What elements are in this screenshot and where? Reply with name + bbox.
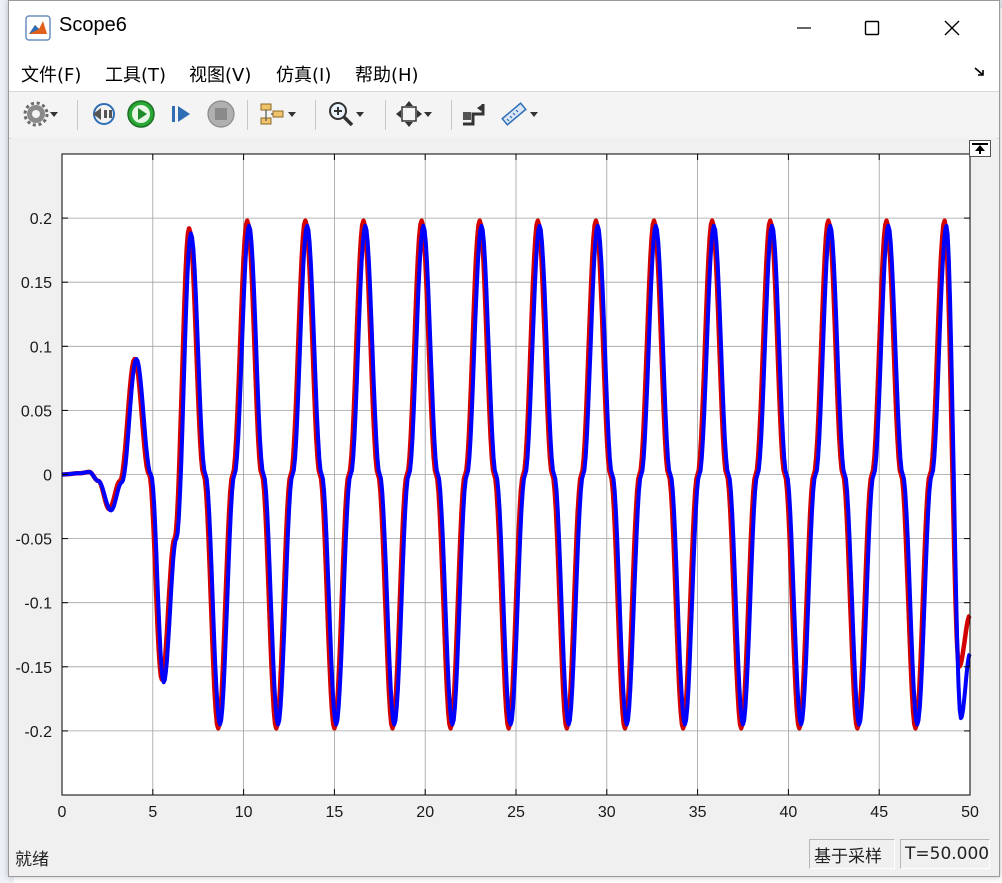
x-tick-label: 35 [689, 804, 707, 821]
y-tick-label: 0.15 [21, 275, 52, 292]
step-back-button[interactable] [89, 98, 117, 130]
toolbar-separator [451, 100, 452, 130]
plot-panel: 0 5 10 15 20 25 30 35 40 45 50 0.2 0.15 0.1 0.05 0 -0.05… [11, 138, 997, 830]
zoom-in-icon [329, 102, 354, 127]
chevron-down-icon[interactable] [49, 98, 59, 130]
chevron-down-icon[interactable] [287, 98, 297, 130]
chevron-down-icon[interactable] [529, 98, 539, 130]
autoscale-button[interactable] [395, 98, 433, 130]
stop-icon [207, 100, 235, 128]
measurement-icon [501, 102, 527, 126]
close-button[interactable] [924, 7, 980, 49]
run-icon [127, 100, 155, 128]
y-tick-label: 0 [43, 468, 52, 485]
y-tick-label: 0.2 [30, 211, 52, 228]
sample-mode-indicator: 基于采样 [809, 839, 895, 869]
settings-button[interactable] [23, 98, 59, 130]
menu-simulation[interactable]: 仿真(I) [276, 61, 331, 87]
step-back-icon [93, 103, 115, 125]
menu-bar: 文件(F) 工具(T) 视图(V) 仿真(I) 帮助(H) [9, 55, 999, 91]
x-tick-label: 30 [598, 804, 616, 821]
minimize-icon [797, 27, 811, 29]
x-tick-label: 5 [148, 804, 157, 821]
y-tick-label: -0.05 [16, 532, 53, 549]
toolbar-separator [247, 100, 248, 130]
x-tick-label: 50 [961, 804, 979, 821]
gear-icon [23, 101, 49, 127]
zoom-in-button[interactable] [327, 98, 365, 130]
highlight-block-button[interactable] [459, 98, 487, 130]
close-icon [944, 20, 960, 36]
x-tick-label: 0 [58, 804, 67, 821]
menu-file[interactable]: 文件(F) [21, 61, 81, 87]
menu-view[interactable]: 视图(V) [189, 61, 251, 87]
title-bar[interactable]: Scope6 [9, 1, 999, 55]
x-tick-label: 20 [416, 804, 434, 821]
window-title: Scope6 [59, 14, 127, 36]
toolbar-separator [385, 100, 386, 130]
maximize-icon [864, 20, 880, 36]
toolbar [9, 91, 999, 139]
menu-tools[interactable]: 工具(T) [105, 61, 166, 87]
y-tick-label: -0.1 [24, 596, 52, 613]
toolbar-separator [315, 100, 316, 130]
stop-button[interactable] [206, 98, 236, 130]
y-tick-label: 0.05 [21, 403, 52, 420]
dock-arrow-icon[interactable] [973, 65, 987, 79]
chevron-down-icon[interactable] [355, 98, 365, 130]
signal-hierarchy-icon [260, 103, 284, 125]
scope-chart[interactable]: 0 5 10 15 20 25 30 35 40 45 50 0.2 0.15 0.1 0.05 0 -0.05… [11, 138, 997, 830]
x-tick-label: 40 [780, 804, 798, 821]
status-state: 就绪 [15, 850, 49, 870]
step-forward-icon [172, 106, 190, 122]
x-tick-label: 45 [870, 804, 888, 821]
status-bar: 就绪 基于采样 T=50.000 [9, 834, 999, 874]
x-tick-label: 10 [235, 804, 253, 821]
autoscale-icon [396, 101, 422, 127]
y-tick-label: 0.1 [30, 339, 52, 356]
highlight-block-icon [463, 104, 485, 126]
undock-button[interactable] [969, 140, 991, 157]
x-tick-label: 15 [326, 804, 344, 821]
run-button[interactable] [126, 98, 156, 130]
time-indicator: T=50.000 [900, 839, 990, 869]
chevron-down-icon[interactable] [423, 98, 433, 130]
x-tick-label: 25 [507, 804, 525, 821]
toolbar-separator [77, 100, 78, 130]
measurement-button[interactable] [499, 98, 539, 130]
step-forward-button[interactable] [169, 98, 195, 130]
minimize-button[interactable] [776, 7, 832, 49]
scope-window: Scope6 文件(F) 工具(T) 视图(V) 仿真(I) 帮助(H) 0 5… [8, 0, 1000, 877]
signal-hierarchy-button[interactable] [259, 98, 297, 130]
matlab-icon [25, 15, 51, 41]
menu-help[interactable]: 帮助(H) [355, 61, 419, 87]
maximize-button[interactable] [844, 7, 900, 49]
y-tick-label: -0.2 [24, 724, 52, 741]
undock-icon [972, 143, 988, 154]
y-tick-label: -0.15 [16, 660, 53, 677]
